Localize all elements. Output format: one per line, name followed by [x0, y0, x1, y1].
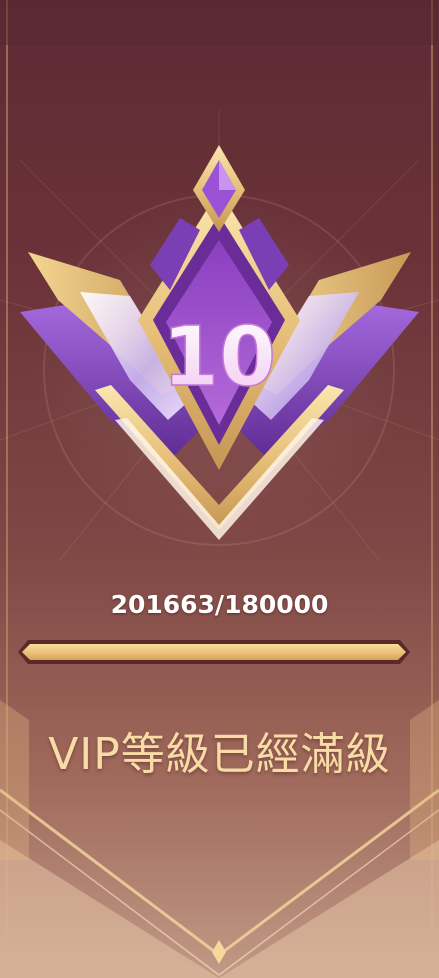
progress-fill [22, 644, 406, 660]
vip-progress-bar [18, 640, 410, 664]
vip-status-text: VIP等級已經滿級 [48, 729, 391, 780]
vip-progress-text: 201663/180000 [110, 590, 329, 619]
vip-level-panel: 10 201663/180000 VIP等級已經滿級 [0, 0, 439, 978]
vip-level-number: 10 [162, 310, 276, 405]
panel-background: 10 [0, 0, 439, 978]
